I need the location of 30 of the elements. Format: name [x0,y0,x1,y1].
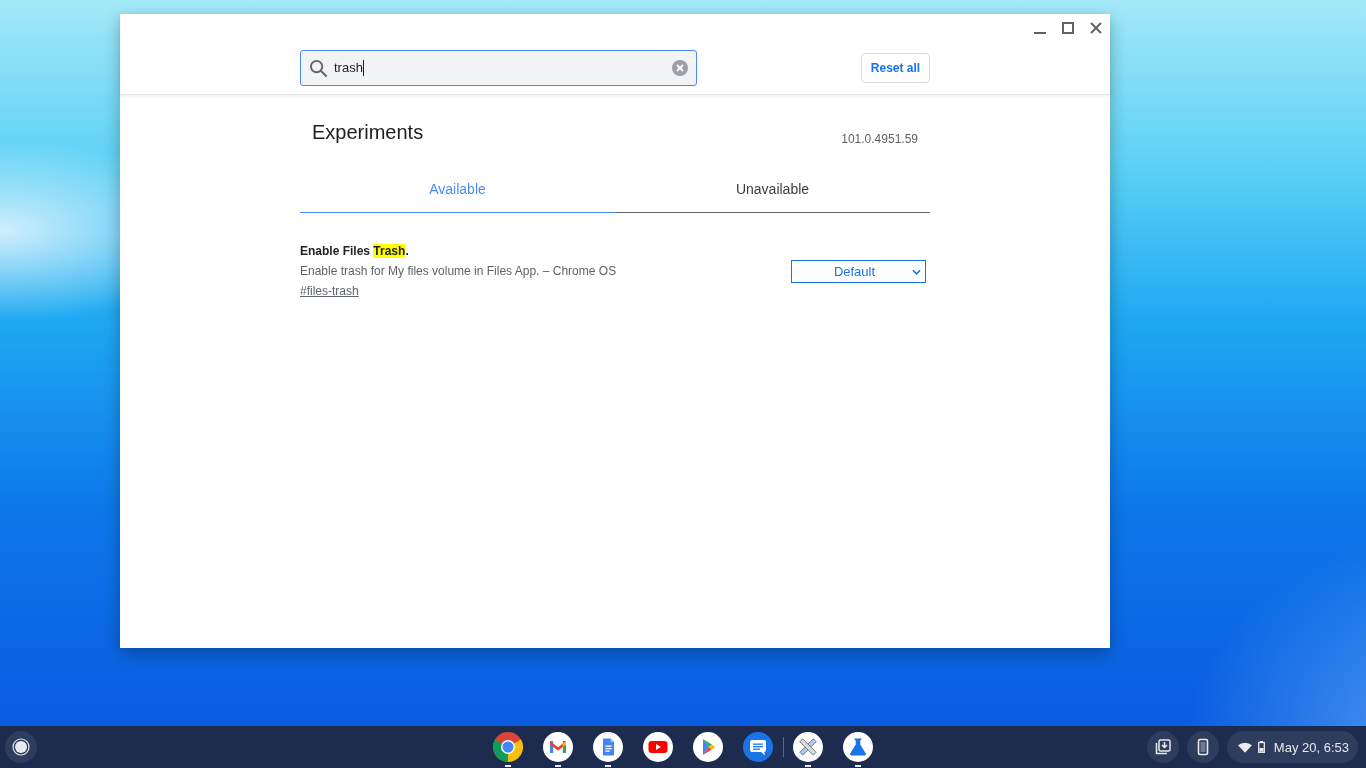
experiment-description: Enable trash for My files volume in Files App. – Chrome OS [300,263,617,280]
m-logo-app-icon[interactable] [542,731,574,763]
ring-logo-app-icon[interactable] [492,731,524,763]
caret-icon [912,268,921,275]
reset-all-button[interactable]: Reset all [861,53,930,83]
clear-icon[interactable] [672,60,688,76]
page-title: Experiments [312,120,424,144]
wifi-icon [1237,741,1252,753]
chat-bubble-app-icon[interactable] [742,731,774,763]
phone-icon[interactable] [1186,731,1219,763]
clock-text: May 20, 6:53 [1273,739,1349,755]
status-tray-button[interactable]: May 20, 6:53 [1226,731,1358,763]
state-dropdown[interactable]: Default [791,259,926,283]
play-triangle-app-icon[interactable] [692,731,724,763]
search-field[interactable]: trash [300,50,697,86]
search-icon [309,58,328,78]
close-icon[interactable] [1090,22,1102,34]
launcher-icon[interactable] [5,731,37,763]
download-tray-icon[interactable] [1146,731,1179,763]
version-text: 101.0.4951.59 [841,131,918,147]
video-play-app-icon[interactable] [642,731,674,763]
flask-app-icon[interactable] [842,731,874,763]
document-app-icon[interactable] [592,731,624,763]
tab[interactable]: Available [300,171,615,213]
experiment-name: Enable Files Trash. [300,243,409,260]
experiment-link[interactable]: #files-trash [300,281,359,301]
battery-icon [1257,741,1265,753]
maximize-icon[interactable] [1062,22,1074,34]
tab[interactable]: Unavailable [615,171,930,213]
crossed-tools-app-icon[interactable] [792,731,824,763]
